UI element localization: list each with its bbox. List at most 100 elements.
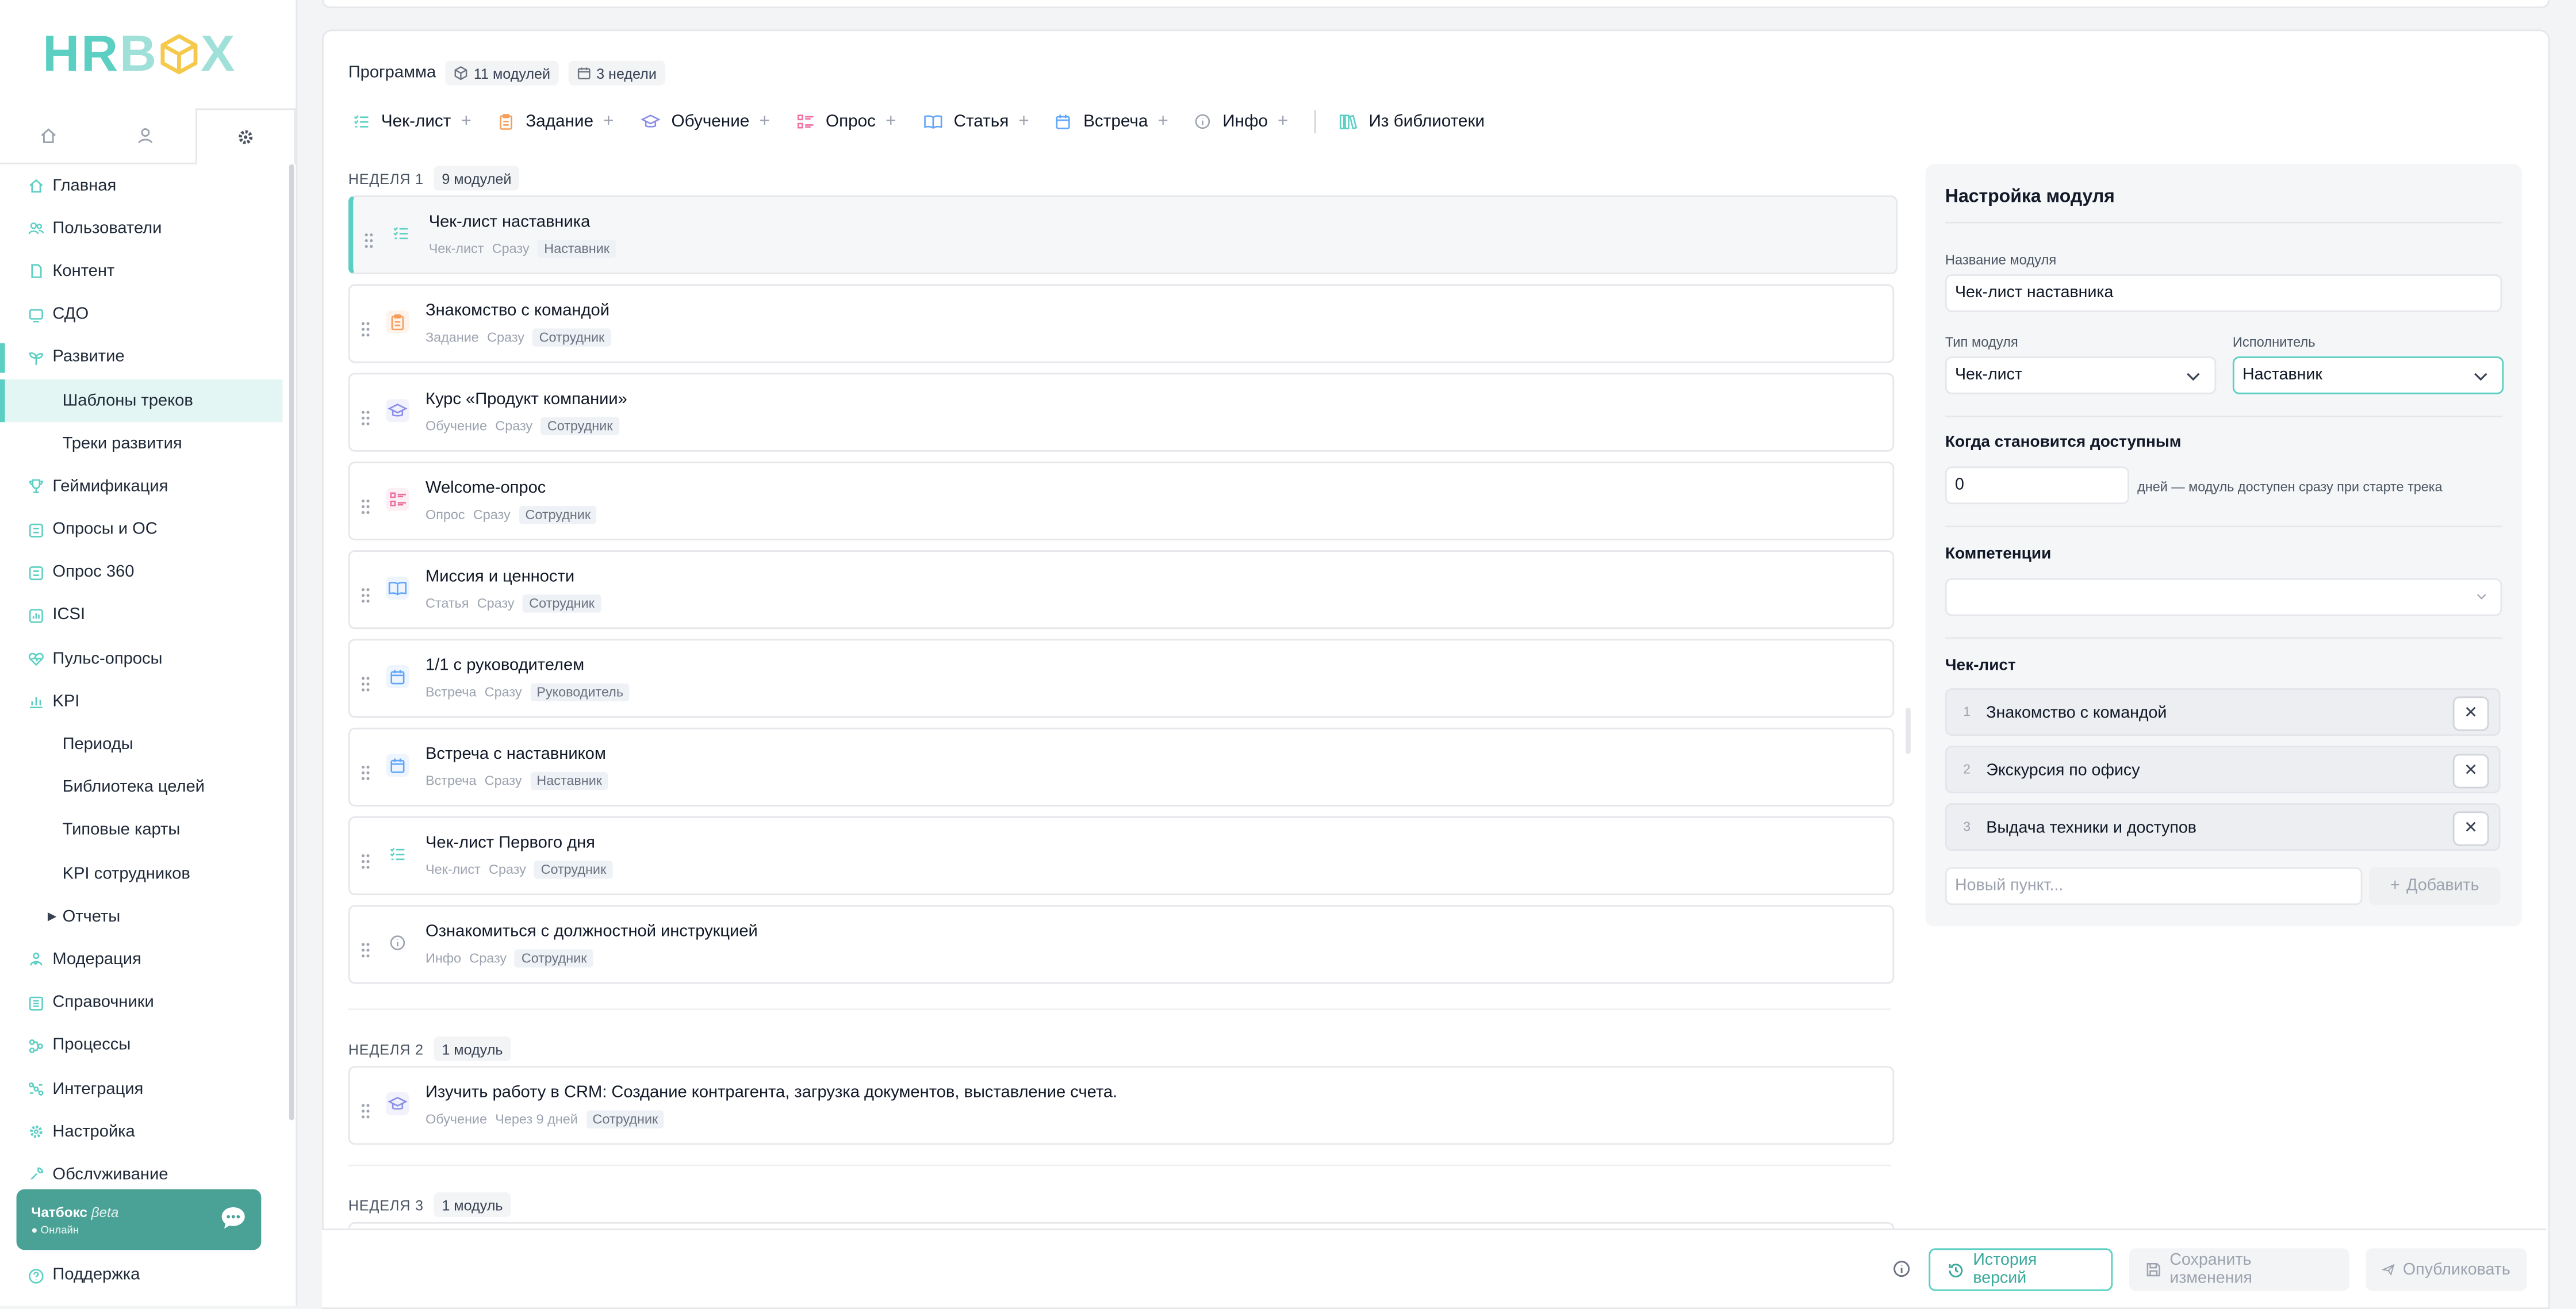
- sidebar-item-label: СДО: [52, 305, 89, 324]
- module-name-input[interactable]: Чек-лист наставника: [1945, 274, 2502, 312]
- divider: [1945, 221, 2502, 224]
- module-title: Чек-лист наставника: [428, 213, 591, 232]
- drag-handle-icon[interactable]: [365, 227, 373, 256]
- sidebar-item-content[interactable]: Контент: [0, 250, 282, 293]
- sidebar-item-pulse[interactable]: Пульс-опросы: [0, 638, 282, 681]
- sidebar-item-development[interactable]: Развитие: [0, 336, 282, 379]
- sidebar-item-periods[interactable]: Периоды: [0, 723, 282, 766]
- add-checklist-button[interactable]: Чек-лист +: [353, 112, 471, 132]
- add-meeting-button[interactable]: Встреча +: [1056, 112, 1168, 132]
- sidebar-item-icsi[interactable]: ICSI: [0, 594, 282, 638]
- sidebar-item-gamification[interactable]: Геймификация: [0, 465, 282, 508]
- sidebar-item-goals-library[interactable]: Библиотека целей: [0, 766, 282, 809]
- checklist-item[interactable]: 1 Знакомство с командой ✕: [1945, 688, 2501, 736]
- drag-handle-icon[interactable]: [361, 316, 370, 345]
- sidebar-item-kpi-employees[interactable]: KPI сотрудников: [0, 853, 282, 896]
- drag-handle-icon[interactable]: [361, 581, 370, 611]
- sidebar-item-users[interactable]: Пользователи: [0, 208, 282, 251]
- days-input[interactable]: 0: [1945, 466, 2129, 505]
- drag-handle-icon[interactable]: [361, 936, 370, 966]
- close-icon[interactable]: ✕: [2452, 754, 2489, 789]
- sidebar-item-typical-cards[interactable]: Типовые карты: [0, 809, 282, 853]
- sidebar-item-integration[interactable]: Интеграция: [0, 1068, 282, 1111]
- chart-icon: [28, 608, 45, 624]
- drag-handle-icon[interactable]: [361, 1097, 370, 1127]
- chatbox-status: ● Онлайн: [31, 1225, 79, 1237]
- close-icon[interactable]: ✕: [2452, 696, 2489, 731]
- chat-bubble-icon[interactable]: [220, 1206, 247, 1238]
- from-library-button[interactable]: Из библиотеки: [1339, 113, 1485, 130]
- drag-handle-icon[interactable]: [361, 493, 370, 522]
- drag-handle-icon[interactable]: [361, 670, 370, 700]
- module-card[interactable]: 1/1 с руководителем Встреча Сразу Руководи…: [348, 639, 1895, 718]
- sidebar-item-surveys[interactable]: Опросы и ОС: [0, 508, 282, 551]
- info-icon[interactable]: [1892, 1257, 1910, 1286]
- add-info-button[interactable]: Инфо +: [1195, 112, 1288, 132]
- sidebar-item-label: Треки развития: [62, 435, 182, 453]
- sidebar-item-label: KPI: [52, 693, 80, 711]
- chatbox-widget[interactable]: Чатбокс βeta ● Онлайн: [16, 1189, 262, 1250]
- module-card[interactable]: Встреча с наставником Встреча Сразу Настав…: [348, 727, 1895, 807]
- assignee-label: Исполнитель: [2232, 333, 2316, 350]
- toolbar-divider: [1314, 110, 1317, 133]
- resize-handle[interactable]: [1906, 708, 1911, 754]
- drag-handle-icon[interactable]: [361, 759, 370, 788]
- module-meta: Встреча Сразу Наставник: [425, 771, 617, 790]
- checklist-item-number: 3: [1963, 819, 1971, 835]
- checklist-item[interactable]: 2 Экскурсия по офису ✕: [1945, 746, 2501, 793]
- module-card[interactable]: Welcome-опрос Опрос Сразу Сотрудник: [348, 461, 1895, 540]
- sidebar-scrollbar[interactable]: [289, 164, 294, 1120]
- sidebar-item-processes[interactable]: Процессы: [0, 1024, 282, 1068]
- tab-home[interactable]: [0, 109, 98, 163]
- add-task-button[interactable]: Задание +: [498, 112, 614, 132]
- new-item-input[interactable]: Новый пункт...: [1945, 867, 2363, 905]
- support-link[interactable]: Поддержка: [28, 1266, 140, 1284]
- sidebar-item-survey-360[interactable]: Опрос 360: [0, 551, 282, 594]
- sidebar-item-track-templates[interactable]: Шаблоны треков: [0, 379, 283, 423]
- module-card[interactable]: Чек-лист Первого дня Чек-лист Сразу Сотруд…: [348, 816, 1895, 896]
- add-article-button[interactable]: Статья +: [922, 112, 1029, 132]
- add-training-button[interactable]: Обучение +: [640, 112, 770, 132]
- module-card[interactable]: Изучить работу в CRM: Создание контраген…: [348, 1066, 1895, 1145]
- sidebar-item-label: Периоды: [62, 736, 133, 754]
- module-card[interactable]: Знакомство с командой Задание Сразу Сотруд…: [348, 284, 1895, 363]
- module-name-label: Название модуля: [1945, 251, 2057, 268]
- sidebar-item-kpi[interactable]: KPI: [0, 681, 282, 724]
- plus-icon: +: [1018, 112, 1029, 132]
- save-changes-button[interactable]: Сохранить изменения: [2129, 1248, 2349, 1291]
- add-item-button[interactable]: + Добавить: [2369, 867, 2501, 905]
- sidebar-item-development-tracks[interactable]: Треки развития: [0, 423, 282, 466]
- module-card[interactable]: Курс «Продукт компании» Обучение Сразу Сот…: [348, 373, 1895, 452]
- checklist-item[interactable]: 3 Выдача техники и доступов ✕: [1945, 803, 2501, 851]
- module-card[interactable]: Ознакомиться с должностной инструкцией И…: [348, 905, 1895, 984]
- competencies-select[interactable]: [1945, 578, 2502, 616]
- module-meta: Встреча Сразу Руководитель: [425, 683, 638, 701]
- top-card: [322, 0, 2550, 9]
- sidebar-item-sdo[interactable]: СДО: [0, 293, 282, 336]
- sidebar-item-home[interactable]: Главная: [0, 164, 282, 208]
- add-survey-button[interactable]: Опрос +: [796, 112, 896, 132]
- module-card[interactable]: Чек-лист наставника Чек-лист Сразу Наставн…: [348, 195, 1897, 275]
- module-card[interactable]: Миссия и ценности Статья Сразу Сотрудник: [348, 550, 1895, 629]
- close-icon[interactable]: ✕: [2452, 811, 2489, 846]
- drag-handle-icon[interactable]: [361, 847, 370, 877]
- version-history-button[interactable]: История версий: [1929, 1248, 2113, 1291]
- sidebar-item-references[interactable]: Справочники: [0, 981, 282, 1024]
- drag-handle-icon[interactable]: [361, 404, 370, 433]
- assignee-select[interactable]: Наставник: [2232, 356, 2504, 394]
- plus-icon: +: [603, 112, 614, 132]
- module-type-select[interactable]: Чек-лист: [1945, 356, 2217, 394]
- sidebar-item-service[interactable]: Обслуживание: [0, 1154, 282, 1180]
- publish-button[interactable]: Опубликовать: [2366, 1248, 2527, 1291]
- gear-icon: [238, 130, 252, 144]
- logo[interactable]: HR B X: [43, 28, 236, 79]
- sidebar-item-settings[interactable]: Настройка: [0, 1111, 282, 1154]
- sidebar-item-reports[interactable]: ▶ Отчеты: [0, 896, 282, 939]
- tab-settings[interactable]: [195, 108, 296, 164]
- module-meta: Задание Сразу Сотрудник: [425, 328, 619, 347]
- sidebar-item-label: Настройка: [52, 1123, 135, 1141]
- sidebar-item-label: Опросы и ОС: [52, 520, 158, 539]
- module-meta: Инфо Сразу Сотрудник: [425, 949, 601, 968]
- sidebar-item-moderation[interactable]: Модерация: [0, 939, 282, 982]
- tab-user[interactable]: [98, 109, 195, 163]
